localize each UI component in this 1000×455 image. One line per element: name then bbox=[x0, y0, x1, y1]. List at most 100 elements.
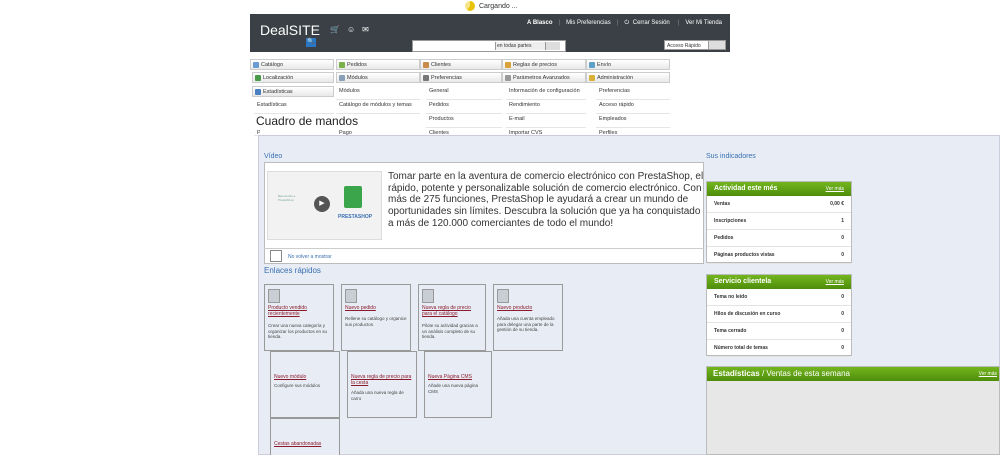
quick-link-title[interactable]: Nuevo módulo bbox=[274, 374, 336, 380]
search-icon: 🔍 bbox=[307, 39, 315, 45]
quick-link-card[interactable]: Nueva Página CMS Añade una nueva página … bbox=[424, 351, 492, 418]
tab-modules[interactable]: Módulos bbox=[336, 72, 420, 83]
advanced-parameters-icon bbox=[505, 75, 511, 81]
menu-item-orders[interactable]: Pedidos bbox=[426, 100, 502, 114]
prestashop-brand: PRESTASHOP bbox=[338, 214, 373, 220]
tab-orders[interactable]: Pedidos bbox=[336, 59, 420, 70]
indicator-label: Número total de temas bbox=[714, 345, 768, 351]
my-preferences-link[interactable]: Mis Preferencias bbox=[564, 20, 613, 27]
loading-text: Cargando ... bbox=[479, 2, 518, 10]
quick-link-card[interactable]: Nueva regla de precio para la cesta Añad… bbox=[347, 351, 417, 418]
tab-localization[interactable]: Localización bbox=[252, 72, 334, 83]
menu-item-performance[interactable]: Rendimiento bbox=[506, 100, 586, 114]
quick-link-card[interactable]: Cestas abandonadas bbox=[270, 418, 340, 455]
menu-item-stats[interactable]: Estadísticas bbox=[254, 100, 334, 114]
user-icon bbox=[497, 289, 509, 303]
tab-label: Reglas de precios bbox=[513, 62, 558, 68]
quick-link-title[interactable]: Nueva regla de precio para el catálogo bbox=[422, 305, 482, 317]
menu-item-modules[interactable]: Módulos bbox=[336, 86, 420, 100]
tab-catalog[interactable]: Catálogo bbox=[250, 59, 334, 70]
indicator-value: 0 bbox=[841, 294, 844, 300]
prestashop-bag-icon bbox=[344, 186, 362, 208]
quick-link-title[interactable]: Producto vendido recientemente bbox=[268, 305, 330, 317]
key-icon bbox=[589, 75, 595, 81]
indicator-label: Tema no leído bbox=[714, 294, 748, 300]
search-input[interactable] bbox=[413, 42, 495, 50]
tab-preferences[interactable]: Preferencias bbox=[420, 72, 502, 83]
search-scope-dropdown[interactable] bbox=[545, 42, 560, 50]
menu-item-email[interactable]: E-mail bbox=[506, 114, 586, 128]
quick-link-card[interactable]: Producto vendido recientemente Crear una… bbox=[264, 284, 334, 351]
indicator-row: Número total de temas 0 bbox=[707, 340, 851, 357]
catalog-icon bbox=[253, 62, 259, 68]
quick-link-card[interactable]: Nuevo producto Añada una cuenta empleado… bbox=[493, 284, 563, 351]
customer-service-panel: Servicio clientela Ver más Tema no leído… bbox=[706, 274, 852, 357]
menu-item-quick-access[interactable]: Acceso rápido bbox=[596, 100, 670, 114]
quick-access-select[interactable]: Acceso Rápido bbox=[664, 40, 726, 50]
menu-item-config-info[interactable]: Información de configuración bbox=[506, 86, 586, 100]
video-thumbnail[interactable]: Bienvenido a PrestaShop ▶ PRESTASHOP bbox=[267, 171, 382, 240]
quick-link-title[interactable]: Cestas abandonadas bbox=[274, 441, 336, 447]
video-description: Tomar parte en la aventura de comercio e… bbox=[388, 171, 704, 229]
tab-customers[interactable]: Clientes bbox=[420, 59, 502, 70]
shipping-icon bbox=[589, 62, 595, 68]
stats-panel-header: Estadísticas / Ventas de esta semana Ver… bbox=[707, 367, 999, 381]
indicator-value: 0 bbox=[841, 311, 844, 317]
shop-logo[interactable]: DealSITE bbox=[260, 22, 320, 38]
message-icon[interactable]: ✉ bbox=[362, 25, 369, 34]
search-button[interactable]: 🔍 bbox=[306, 38, 316, 47]
indicator-row: Tema cerrado 0 bbox=[707, 323, 851, 340]
service-see-more-link[interactable]: Ver más bbox=[826, 275, 844, 289]
tab-label: Estadísticas bbox=[263, 89, 293, 95]
tab-administration[interactable]: Administración bbox=[586, 72, 670, 83]
header-links: A Blasco | Mis Preferencias | ⏻ Cerrar Ses… bbox=[527, 20, 724, 27]
customer-icon[interactable]: ☺ bbox=[347, 25, 355, 34]
tab-stats[interactable]: Estadísticas bbox=[252, 86, 334, 97]
quick-link-card[interactable]: Nuevo módulo Configure sus módulos bbox=[270, 351, 340, 418]
menu-item-products[interactable]: Productos bbox=[426, 114, 502, 128]
activity-panel-title: Actividad este més bbox=[714, 185, 778, 192]
view-shop-link[interactable]: Ver Mi Tienda bbox=[683, 20, 724, 27]
indicator-row: Pedidos 0 bbox=[707, 230, 851, 247]
indicator-value: 0 bbox=[841, 328, 844, 334]
tab-label: Pedidos bbox=[347, 62, 367, 68]
tab-advanced-parameters[interactable]: Parámetros Avanzados bbox=[502, 72, 586, 83]
quick-link-card[interactable]: Nueva regla de precio para el catálogo P… bbox=[418, 284, 486, 351]
quick-link-desc: Añada una cuenta empleado para delegar u… bbox=[497, 316, 555, 332]
cart-icon[interactable]: 🛒 bbox=[330, 25, 340, 34]
tab-label: Preferencias bbox=[431, 75, 462, 81]
menu-item-general[interactable]: General bbox=[426, 86, 502, 100]
indicator-label: Ventas bbox=[714, 201, 731, 207]
quick-access-dropdown[interactable] bbox=[708, 41, 725, 49]
tab-shipping[interactable]: Envío bbox=[586, 59, 670, 70]
search-bar: en todas partes bbox=[412, 40, 566, 52]
indicator-row: Tema no leído 0 bbox=[707, 289, 851, 306]
quick-link-title[interactable]: Nueva regla de precio para la cesta bbox=[351, 374, 413, 386]
quick-link-desc: Pilote su actividad gracias a un análisi… bbox=[422, 323, 478, 339]
indicator-label: Pedidos bbox=[714, 235, 734, 241]
quick-link-desc: Rellene su catálogo y organice sus produ… bbox=[345, 316, 407, 327]
menu-item-modules-catalog[interactable]: Catálogo de módulos y temas bbox=[336, 100, 420, 114]
search-scope-select[interactable]: en todas partes bbox=[495, 42, 545, 50]
quick-link-card[interactable]: Nuevo pedido Rellene su catálogo y organ… bbox=[341, 284, 411, 351]
tab-price-rules[interactable]: Reglas de precios bbox=[502, 59, 586, 70]
tab-label: Envío bbox=[597, 62, 612, 68]
logout-link[interactable]: ⏻ Cerrar Sesión bbox=[622, 20, 673, 27]
stats-see-more-link[interactable]: Ver más bbox=[979, 367, 997, 381]
indicator-row: Inscripciones 1 bbox=[707, 213, 851, 230]
quick-link-title[interactable]: Nuevo pedido bbox=[345, 305, 407, 311]
globe-icon bbox=[255, 75, 261, 81]
menu-item-employees[interactable]: Empleados bbox=[596, 114, 670, 128]
stats-panel-title: Estadísticas bbox=[713, 369, 760, 378]
activity-see-more-link[interactable]: Ver más bbox=[826, 182, 844, 196]
no-show-again-checkbox[interactable] bbox=[270, 250, 282, 262]
indicator-value: 0 bbox=[841, 345, 844, 351]
menu-item-preferences[interactable]: Preferencias bbox=[596, 86, 670, 100]
video-thumb-caption: Bienvenido a PrestaShop bbox=[278, 194, 296, 202]
chart-icon bbox=[422, 289, 434, 303]
quick-link-title[interactable]: Nueva Página CMS bbox=[428, 374, 488, 380]
price-rules-icon bbox=[505, 62, 511, 68]
play-icon[interactable]: ▶ bbox=[314, 196, 330, 212]
indicator-label: Hilos de discusión en curso bbox=[714, 311, 781, 317]
quick-link-title[interactable]: Nuevo producto bbox=[497, 305, 559, 311]
